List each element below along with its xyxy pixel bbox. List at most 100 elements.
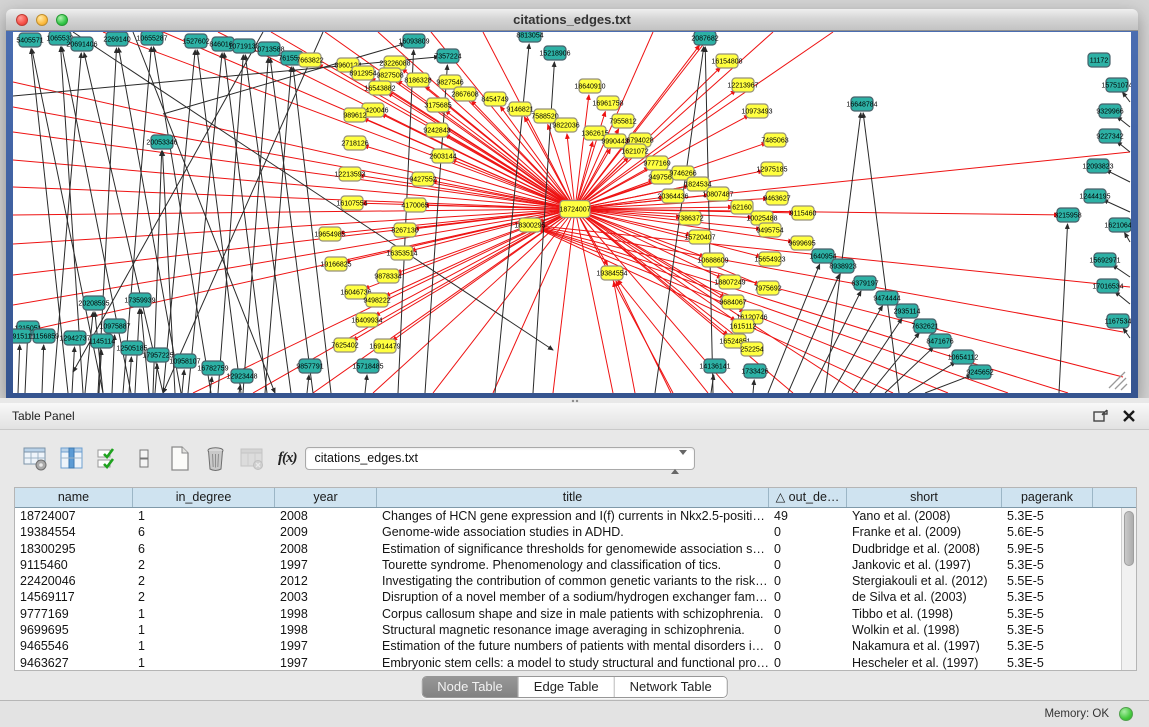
table-cell[interactable]: Stergiakouli et al. (2012) [847, 573, 1002, 589]
graph-node[interactable]: 18300295 [514, 218, 545, 232]
graph-node[interactable]: 9699695 [788, 236, 815, 250]
graph-node[interactable]: 62160 [731, 200, 753, 214]
graph-node[interactable]: 1145114 [89, 334, 115, 348]
table-cell[interactable]: 1997 [275, 638, 377, 654]
table-cell[interactable]: 5.3E-5 [1002, 655, 1093, 670]
table-cell[interactable]: 1 [133, 622, 275, 638]
table-cell[interactable]: 0 [769, 524, 847, 540]
graph-node[interactable]: 10973493 [741, 104, 772, 118]
column-header-4[interactable]: △ out_de… [769, 488, 847, 507]
tab-edge-table[interactable]: Edge Table [519, 677, 615, 697]
graph-node[interactable]: 8454749 [481, 92, 508, 106]
graph-node[interactable]: 989612 [343, 108, 366, 122]
table-cell[interactable]: 0 [769, 589, 847, 605]
graph-node[interactable]: 15654923 [754, 252, 785, 266]
graph-node[interactable]: 9498222 [363, 293, 390, 307]
graph-node[interactable]: 3215958 [1054, 208, 1081, 222]
graph-node[interactable]: 16154808 [711, 54, 742, 68]
table-vertical-scrollbar[interactable] [1121, 508, 1136, 670]
table-cell[interactable]: 0 [769, 655, 847, 670]
graph-node[interactable]: 5405571 [16, 33, 43, 47]
graph-node[interactable]: 9878334 [374, 269, 401, 283]
table-cell[interactable]: 1 [133, 508, 275, 524]
graph-node[interactable]: 16543882 [364, 81, 395, 95]
table-cell[interactable]: Structural magnetic resonance image aver… [377, 622, 769, 638]
table-cell[interactable]: 1998 [275, 622, 377, 638]
table-row[interactable]: 1938455462009Genome-wide association stu… [15, 524, 1136, 540]
graph-node[interactable]: 12213593 [334, 167, 365, 181]
table-cell[interactable]: Corpus callosum shape and size in male p… [377, 606, 769, 622]
graph-node[interactable]: 1733426 [741, 364, 768, 378]
table-cell[interactable]: 9463627 [15, 655, 133, 670]
table-cell[interactable]: 2 [133, 573, 275, 589]
graph-node[interactable]: 9115460 [790, 206, 817, 220]
graph-node[interactable]: 2603144 [429, 149, 456, 163]
table-cell[interactable]: 1 [133, 606, 275, 622]
graph-node[interactable]: 11172 [1088, 53, 1110, 67]
table-cell[interactable]: Changes of HCN gene expression and I(f) … [377, 508, 769, 524]
graph-node[interactable]: 10688609 [697, 253, 728, 267]
graph-node[interactable]: 9329966 [1096, 104, 1123, 118]
table-cell[interactable]: 9777169 [15, 606, 133, 622]
graph-node[interactable]: 10807487 [702, 187, 733, 201]
table-cell[interactable]: 0 [769, 622, 847, 638]
graph-node[interactable]: 9146821 [506, 102, 533, 116]
graph-node[interactable]: 16782759 [197, 361, 228, 375]
graph-node[interactable]: 8471676 [926, 334, 953, 348]
graph-node[interactable]: 15218906 [539, 46, 570, 60]
table-row[interactable]: 911546021997Tourette syndrome. Phenomeno… [15, 557, 1136, 573]
table-mode-icon[interactable] [22, 445, 49, 472]
graph-node[interactable]: 7955812 [609, 114, 636, 128]
graph-node[interactable]: 2935114 [894, 304, 921, 318]
function-builder-icon[interactable]: f(x) [278, 450, 297, 467]
table-row[interactable]: 977716911998Corpus callosum shape and si… [15, 606, 1136, 622]
table-cell[interactable]: 2 [133, 557, 275, 573]
table-cell[interactable]: 5.5E-5 [1002, 573, 1093, 589]
graph-node[interactable]: 7386372 [676, 211, 703, 225]
graph-node[interactable]: 9495754 [756, 223, 783, 237]
graph-node[interactable]: 10654112 [948, 350, 979, 364]
graph-node[interactable]: 3175685 [424, 98, 451, 112]
graph-node[interactable]: 16210643 [1104, 218, 1131, 232]
table-cell[interactable]: Genome-wide association studies in ADHD. [377, 524, 769, 540]
column-header-5[interactable]: short [847, 488, 1002, 507]
show-columns-icon[interactable] [58, 445, 85, 472]
network-canvas[interactable]: 5405571106553220691406226914010655287152… [13, 32, 1131, 393]
table-cell[interactable]: 5.3E-5 [1002, 622, 1093, 638]
column-header-2[interactable]: year [275, 488, 377, 507]
table-cell[interactable]: 9699695 [15, 622, 133, 638]
graph-node[interactable]: 9427552 [409, 172, 436, 186]
graph-node[interactable]: 20053346 [146, 135, 177, 149]
table-cell[interactable]: 1 [133, 638, 275, 654]
table-cell[interactable]: 49 [769, 508, 847, 524]
table-selector-dropdown[interactable]: citations_edges.txt [305, 447, 695, 470]
memory-status-indicator-icon[interactable] [1119, 707, 1133, 721]
graph-node[interactable]: 7485063 [761, 133, 788, 147]
graph-node[interactable]: 2718126 [341, 136, 368, 150]
graph-node[interactable]: 9822036 [552, 118, 579, 132]
table-cell[interactable]: 5.9E-5 [1002, 541, 1093, 557]
table-cell[interactable]: Franke et al. (2009) [847, 524, 1002, 540]
graph-node[interactable]: 19384554 [596, 266, 627, 280]
table-cell[interactable]: Jankovic et al. (1997) [847, 557, 1002, 573]
table-cell[interactable]: 18724007 [15, 508, 133, 524]
graph-node[interactable]: 12444195 [1079, 189, 1110, 203]
graph-node[interactable]: 16093809 [398, 34, 429, 48]
graph-node[interactable]: 6379197 [851, 276, 878, 290]
table-row[interactable]: 946362711997Embryonic stem cells: a mode… [15, 655, 1136, 670]
table-cell[interactable]: 0 [769, 573, 847, 589]
tab-network-table[interactable]: Network Table [615, 677, 727, 697]
graph-node[interactable]: 9474444 [873, 291, 900, 305]
graph-node[interactable]: 9777169 [643, 156, 670, 170]
table-cell[interactable]: Yano et al. (2008) [847, 508, 1002, 524]
citation-network-graph[interactable]: 5405571106553220691406226914010655287152… [13, 32, 1131, 393]
graph-node[interactable]: 9242843 [423, 123, 450, 137]
graph-node[interactable]: 10713588 [253, 42, 284, 56]
table-row[interactable]: 1456911722003Disruption of a novel membe… [15, 589, 1136, 605]
table-cell[interactable]: Dudbridge et al. (2008) [847, 541, 1002, 557]
column-header-1[interactable]: in_degree [133, 488, 275, 507]
table-cell[interactable]: 6 [133, 541, 275, 557]
table-cell[interactable]: Tibbo et al. (1998) [847, 606, 1002, 622]
graph-node[interactable]: 252254 [740, 342, 763, 356]
graph-node[interactable]: 1527602 [182, 34, 209, 48]
